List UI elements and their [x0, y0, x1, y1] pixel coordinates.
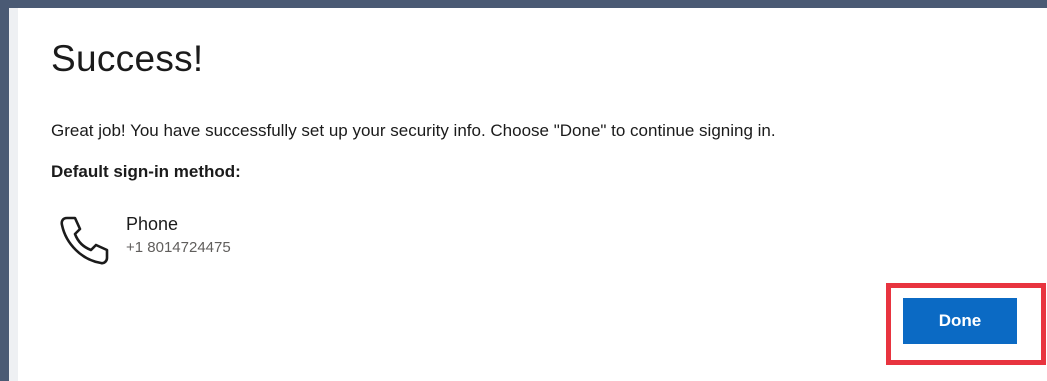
default-method-label: Default sign-in method:: [51, 162, 241, 181]
method-name: Phone: [126, 214, 179, 234]
frame-top-border: [0, 0, 1047, 8]
frame-left-gutter: [9, 8, 18, 381]
phone-number: +1 8014724475: [126, 239, 231, 256]
page-title: Success!: [51, 38, 204, 79]
success-message: Great job! You have successfully set up …: [51, 121, 776, 140]
frame-left-border: [0, 0, 9, 381]
done-button[interactable]: Done: [903, 298, 1017, 344]
sign-in-method: Phone +1 8014724475: [56, 213, 356, 273]
dialog-content: Success! Great job! You have successfull…: [18, 8, 1047, 381]
phone-icon: [60, 216, 109, 265]
dialog-frame: Success! Great job! You have successfull…: [0, 0, 1047, 381]
